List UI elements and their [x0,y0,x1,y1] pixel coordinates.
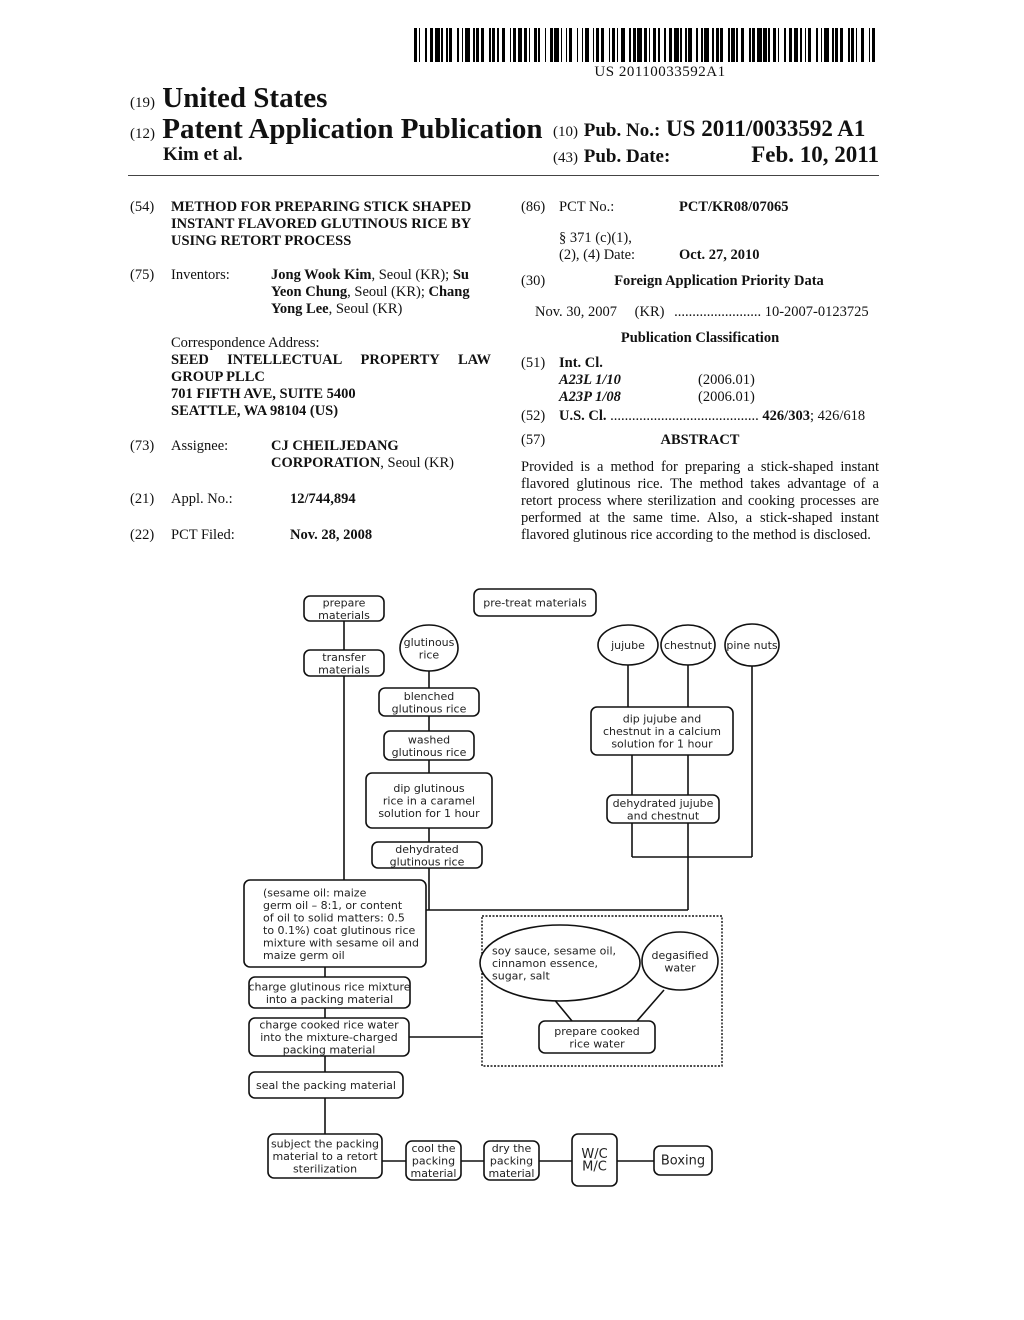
node-label: charge cooked rice water [259,1019,399,1032]
node-label: rice [419,648,440,661]
node-label: seal the packing material [256,1079,396,1092]
node-label: material to a retort [272,1150,378,1163]
node-label: solution for 1 hour [378,807,480,820]
node-dip-caramel: dip glutinousrice in a caramelsolution f… [365,772,493,829]
node-dehydrated-jujube: dehydrated jujubeand chestnut [606,794,720,824]
node-label: of oil to solid matters: 0.5 [263,911,405,924]
node-label: packing [412,1155,455,1168]
node-label: washed [408,733,450,746]
node-label: and chestnut [627,809,700,822]
node-label: rice in a caramel [383,795,475,808]
node-label: materials [318,663,370,676]
node-label: chestnut in a calcium [603,725,721,738]
node-label: to 0.1%) coat glutinous rice [263,924,416,937]
node-prepare-materials: preparematerials [303,595,385,622]
node-label: cool the [411,1142,455,1155]
node-cool: cool thepackingmaterial [405,1140,462,1181]
node-label: pre-treat materials [483,597,587,610]
node-label: glutinous [404,636,455,649]
node-wc-mc: W/CM/C [571,1133,618,1187]
node-dehydrated-rice: dehydratedglutinous rice [371,841,483,869]
node-seal: seal the packing material [248,1071,404,1099]
connector [636,989,665,1022]
node-label: materials [318,609,370,622]
node-label: jujube [610,639,645,652]
node-label: water [664,961,696,974]
node-coat-oil: (sesame oil: maizegerm oil – 8:1, or con… [243,879,427,968]
process-flow-diagram: preparematerialspre-treat materialstrans… [243,588,780,1187]
node-label: glutinous rice [392,702,467,715]
node-label: dehydrated [395,843,459,856]
node-label: dip jujube and [623,713,702,726]
node-pretreat-materials: pre-treat materials [473,588,597,617]
node-label: glutinous rice [392,746,467,759]
node-label: packing [490,1155,533,1168]
node-seasonings: soy sauce, sesame oil,cinnamon essence,s… [479,924,641,1002]
node-dry: dry thepackingmaterial [483,1140,540,1181]
node-label: maize germ oil [263,949,345,962]
node-label: M/C [582,1159,607,1174]
node-retort: subject the packingmaterial to a retorts… [267,1133,383,1179]
node-label: dry the [492,1142,532,1155]
node-label: soy sauce, sesame oil, [492,945,616,958]
node-label: charge glutinous rice mixture [248,980,410,993]
node-charge-mixture: charge glutinous rice mixtureinto a pack… [248,976,411,1009]
node-label: dip glutinous [393,782,465,795]
node-label: Boxing [661,1154,705,1169]
node-label: material [411,1167,457,1180]
node-boxing: Boxing [653,1145,713,1176]
node-label: transfer [322,651,366,664]
node-dip-calcium: dip jujube andchestnut in a calciumsolut… [590,706,734,756]
node-degasified-water: degasifiedwater [641,931,719,991]
node-label: prepare [323,596,366,609]
node-blanched-rice: blenchedglutinous rice [378,687,480,717]
node-chestnut: chestnut [660,624,716,666]
node-label: rice water [569,1037,625,1050]
node-label: chestnut [664,639,713,652]
node-glutinous-rice: glutinousrice [399,624,459,672]
node-transfer-materials: transfermaterials [303,649,385,677]
node-label: pine nuts [726,639,778,652]
node-label: into the mixture-charged [260,1031,398,1044]
node-label: solution for 1 hour [611,738,713,751]
node-label: into a packing material [266,993,393,1006]
node-label: (sesame oil: maize [263,886,367,899]
node-label: cinnamon essence, [492,957,598,970]
node-label: degasified [652,949,709,962]
node-label: prepare cooked [554,1025,640,1038]
node-label: blenched [404,690,455,703]
node-label: sterilization [293,1163,357,1176]
node-label: mixture with sesame oil and [263,936,419,949]
node-charge-water: charge cooked rice waterinto the mixture… [248,1017,410,1057]
node-label: sugar, salt [492,970,550,983]
node-prepare-rice-water: prepare cookedrice water [538,1020,656,1054]
node-washed-rice: washedglutinous rice [383,730,475,761]
node-label: glutinous rice [390,855,465,868]
node-label: material [489,1167,535,1180]
node-label: packing material [283,1044,376,1057]
node-pine-nuts: pine nuts [724,623,780,667]
node-label: subject the packing [271,1138,379,1151]
node-label: germ oil – 8:1, or content [263,899,403,912]
node-label: dehydrated jujube [613,797,714,810]
node-jujube: jujube [597,624,659,666]
